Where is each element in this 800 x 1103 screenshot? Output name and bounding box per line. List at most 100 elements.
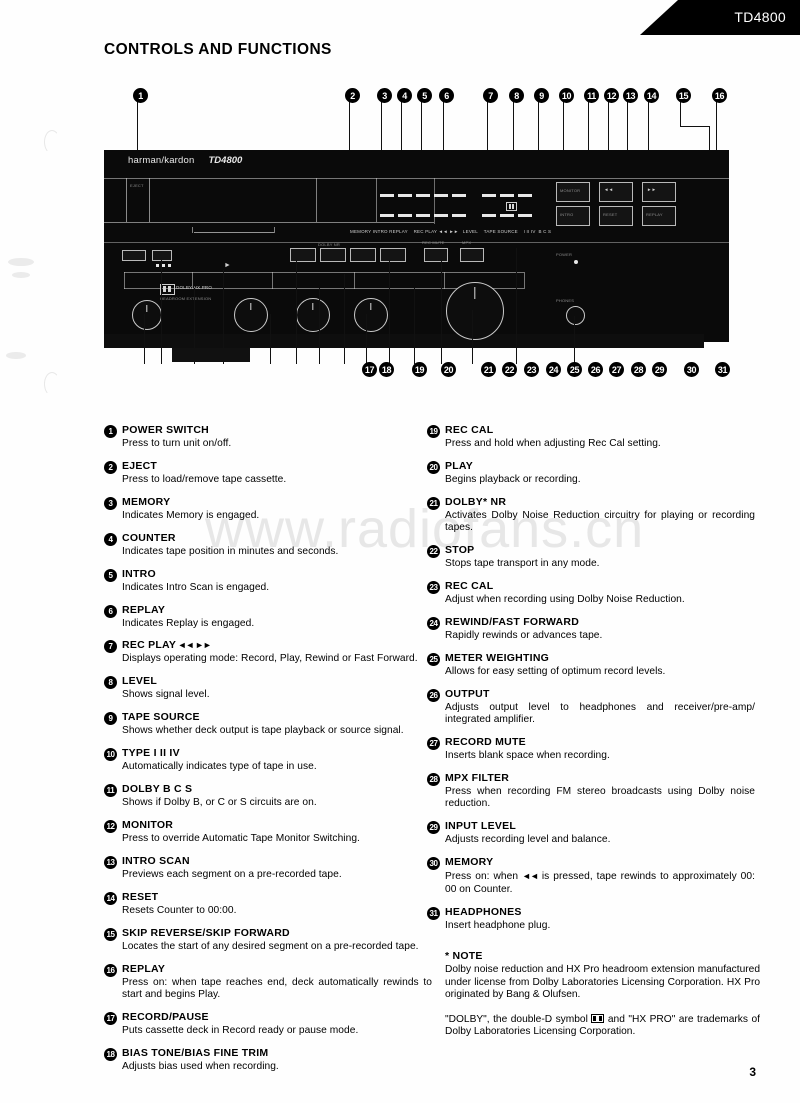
control-name: DOLBY B C S bbox=[122, 783, 193, 796]
counter-segment bbox=[416, 214, 430, 217]
play-arrow-icon: ► bbox=[224, 262, 232, 269]
callout-leader bbox=[270, 314, 272, 364]
control-number-badge: 18 bbox=[104, 1047, 117, 1061]
callout-leader bbox=[472, 310, 474, 364]
counter-segment bbox=[518, 214, 532, 217]
scan-artifact bbox=[12, 272, 30, 278]
knob-pointer bbox=[312, 303, 314, 310]
control-name: BIAS TONE/BIAS FINE TRIM bbox=[122, 1046, 269, 1059]
control-name: EJECT bbox=[122, 459, 158, 472]
display-window-outline bbox=[376, 178, 377, 222]
control-entry-12: 12 MONITOR Press to override Automatic Tap… bbox=[104, 818, 432, 845]
control-number-badge: 12 bbox=[104, 819, 117, 833]
control-name: MPX FILTER bbox=[445, 771, 510, 784]
control-description: Press and hold when adjusting Rec Cal se… bbox=[445, 438, 661, 449]
control-number-badge: 1 bbox=[104, 425, 117, 438]
callout-leader bbox=[296, 260, 298, 364]
dolby-nr-group-label: DOLBY NR bbox=[318, 242, 340, 247]
control-entry-16: 16 REPLAY Press on: when tape reaches end,… bbox=[104, 963, 432, 1002]
control-entry-14: 14 RESET Resets Counter to 00:00. bbox=[104, 891, 432, 917]
callout-leader bbox=[161, 260, 163, 364]
display-dolby-symbol bbox=[506, 202, 517, 211]
counter-segment bbox=[434, 214, 448, 217]
callout-leader bbox=[223, 270, 225, 364]
callout-14: 14 bbox=[644, 88, 659, 103]
callout-leader bbox=[344, 274, 346, 364]
control-name: HEADPHONES bbox=[445, 905, 522, 918]
callout-13: 13 bbox=[623, 88, 638, 103]
scan-artifact bbox=[44, 130, 60, 154]
control-description: Begins playback or recording. bbox=[445, 473, 581, 485]
control-description: Shows if Dolby B, or C or S circuits are… bbox=[122, 797, 317, 809]
callout-15: 15 bbox=[676, 88, 691, 103]
control-description: Press to load/remove tape cassette. bbox=[122, 473, 287, 485]
product-illustration: harman/kardonTD4800 EJECT DOLBY HX PRO H… bbox=[104, 82, 729, 382]
control-description: Adjusts output level to headphones and r… bbox=[445, 701, 755, 726]
control-description: Resets Counter to 00:00. bbox=[122, 904, 237, 916]
control-description: Press to override Automatic Tape Monitor… bbox=[122, 832, 360, 844]
callout-6: 6 bbox=[439, 88, 454, 103]
callout-2: 2 bbox=[345, 88, 360, 103]
counter-segment bbox=[398, 214, 412, 217]
counter-segment bbox=[380, 194, 394, 197]
control-number-badge: 2 bbox=[104, 460, 117, 474]
control-entry-4: 4 COUNTER Indicates tape position in minut… bbox=[104, 531, 432, 558]
control-entry-17: 17 RECORD/PAUSE Puts cassette deck in Reco… bbox=[104, 1010, 432, 1037]
control-description: Inserts blank space when recording. bbox=[445, 750, 610, 762]
callout-leader bbox=[441, 260, 443, 364]
callout-20: 20 bbox=[441, 362, 456, 377]
callout-26: 26 bbox=[588, 362, 603, 377]
control-description: Shows signal level. bbox=[122, 689, 210, 701]
control-description: Displays operating mode: Record, Play, R… bbox=[122, 653, 418, 665]
left-column: 1 POWER SWITCH Press to turn unit on/off. 2… bbox=[104, 424, 432, 1083]
knob-pointer bbox=[370, 303, 372, 310]
control-entry-2: 2 EJECT Press to load/remove tape cassette… bbox=[104, 459, 432, 486]
control-number-badge: 23 bbox=[427, 581, 440, 595]
control-name: METER WEIGHTING bbox=[445, 651, 550, 664]
control-name: MONITOR bbox=[122, 818, 174, 831]
rewind-arrows-icon: ◄◄ bbox=[522, 871, 539, 882]
intro-scan-label: INTRO bbox=[560, 212, 574, 217]
callout-5: 5 bbox=[417, 88, 432, 103]
callout-1: 1 bbox=[133, 88, 148, 103]
control-description: Indicates Intro Scan is engaged. bbox=[122, 581, 270, 593]
brand-model: TD4800 bbox=[208, 155, 243, 166]
callout-29: 29 bbox=[652, 362, 667, 377]
control-number-badge: 11 bbox=[104, 784, 117, 798]
control-panel-outline bbox=[354, 272, 355, 289]
page-title: CONTROLS AND FUNCTIONS bbox=[104, 41, 332, 58]
control-number-badge: 16 bbox=[104, 963, 117, 977]
callout-8: 8 bbox=[509, 88, 524, 103]
control-description: Insert headphone plug. bbox=[445, 919, 551, 931]
control-number-badge: 5 bbox=[104, 568, 117, 582]
record-mute-button bbox=[424, 248, 448, 262]
control-panel-outline bbox=[124, 272, 125, 289]
control-number-badge: 19 bbox=[427, 425, 440, 438]
control-name: COUNTER bbox=[122, 531, 176, 544]
control-number-badge: 3 bbox=[104, 496, 117, 510]
right-column: 19 REC CAL Press and hold when adjusting R… bbox=[427, 424, 755, 941]
callout-3: 3 bbox=[377, 88, 392, 103]
output-knob bbox=[354, 298, 388, 332]
callout-19: 19 bbox=[412, 362, 427, 377]
model-label: TD4800 bbox=[734, 9, 786, 25]
counter-segment bbox=[416, 194, 430, 197]
control-name: MEMORY bbox=[445, 856, 494, 869]
cassette-door-outline bbox=[316, 178, 317, 222]
control-panel-outline bbox=[272, 272, 273, 289]
reset-label: RESET bbox=[603, 212, 618, 217]
brand-name: harman/kardon bbox=[128, 155, 195, 166]
indicator-dot bbox=[168, 264, 171, 267]
control-entry-10: 10 TYPE I II IV Automatically indicates ty… bbox=[104, 747, 432, 773]
callout-leader bbox=[366, 314, 368, 364]
control-description: Previews each segment on a pre-recorded … bbox=[122, 868, 342, 880]
control-number-badge: 26 bbox=[427, 688, 440, 702]
scan-artifact bbox=[8, 258, 34, 266]
control-name: REC CAL bbox=[445, 424, 494, 436]
control-description: Adjusts recording level and balance. bbox=[445, 834, 611, 846]
callout-leader bbox=[516, 248, 518, 364]
control-name: RECORD/PAUSE bbox=[122, 1010, 209, 1023]
control-entry-15: 15 SKIP REVERSE/SKIP FORWARD Locates the s… bbox=[104, 927, 432, 953]
dolby-nr-button bbox=[350, 248, 376, 262]
scan-artifact bbox=[6, 352, 26, 359]
